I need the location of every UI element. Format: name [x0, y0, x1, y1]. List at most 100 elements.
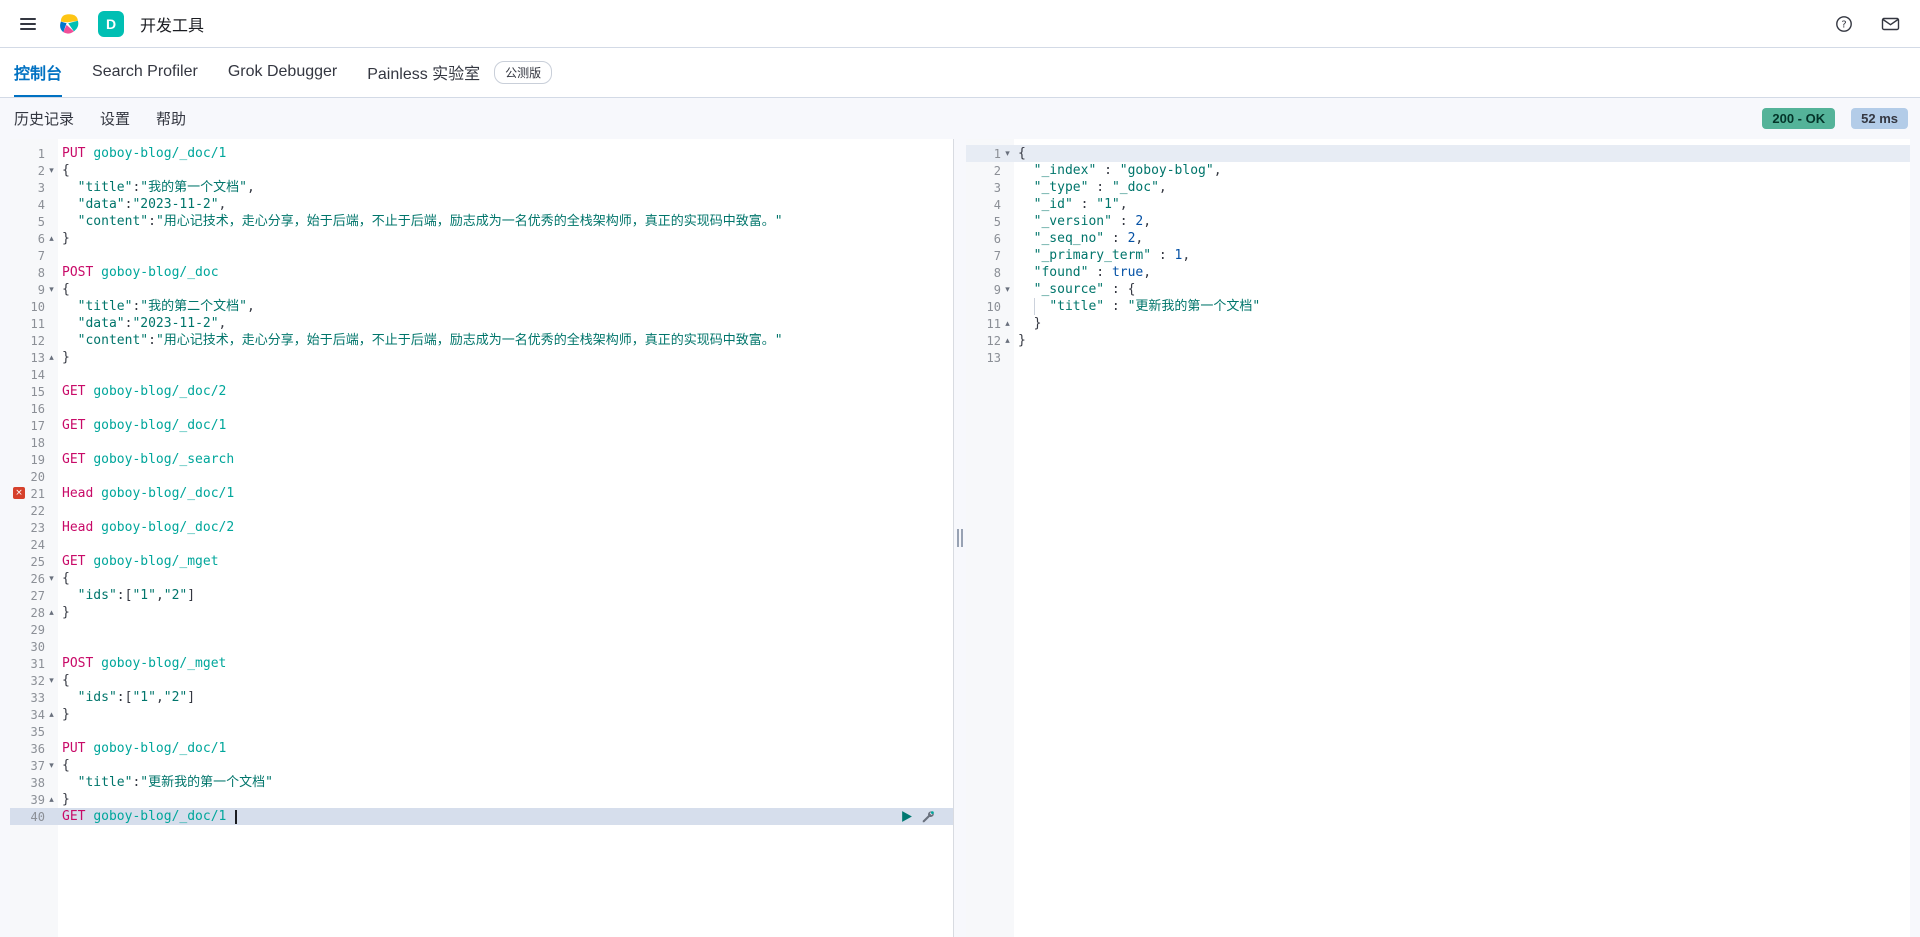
fold-toggle-icon[interactable]: ▾: [45, 166, 58, 176]
send-request-button[interactable]: [900, 810, 913, 823]
panel-resizer[interactable]: [954, 139, 966, 937]
code-line[interactable]: {: [58, 757, 953, 774]
code-line[interactable]: [58, 468, 953, 485]
line-number: 4: [37, 197, 45, 212]
response-viewer-code[interactable]: { "_index" : "goboy-blog", "_type" : "_d…: [1014, 139, 1910, 937]
code-line[interactable]: }: [58, 604, 953, 621]
code-line[interactable]: }: [58, 349, 953, 366]
response-viewer[interactable]: 1 ▾ 2 3 4 5 6 7 8 9 ▾ 10 11 ▴ 12 ▴ 13 { "_index" : "gobo…: [966, 139, 1910, 937]
fold-toggle-icon[interactable]: ▴: [45, 234, 58, 244]
gutter-row: 30: [10, 638, 58, 655]
line-number: 2: [37, 163, 45, 178]
line-number: 9: [37, 282, 45, 297]
line-number: 3: [37, 180, 45, 195]
fold-toggle-icon[interactable]: ▾: [45, 761, 58, 771]
fold-toggle-icon[interactable]: ▾: [1001, 285, 1014, 295]
request-editor-code[interactable]: PUT goboy-blog/_doc/1{ "title":"我的第一个文档"…: [58, 139, 953, 937]
code-line[interactable]: [58, 434, 953, 451]
code-line[interactable]: }: [1014, 332, 1910, 349]
code-line[interactable]: [1014, 349, 1910, 366]
code-line[interactable]: [58, 621, 953, 638]
code-line[interactable]: Head goboy-blog/_doc/2: [58, 519, 953, 536]
tab-search-profiler[interactable]: Search Profiler: [92, 48, 198, 97]
code-line[interactable]: "content":"用心记技术，走心分享，始于后端，不止于后端，励志成为一名优…: [58, 332, 953, 349]
code-line[interactable]: "ids":["1","2"]: [58, 587, 953, 604]
code-line[interactable]: [58, 366, 953, 383]
tab-grok-debugger[interactable]: Grok Debugger: [228, 48, 337, 97]
fold-toggle-icon[interactable]: ▴: [1001, 319, 1014, 329]
settings-button[interactable]: 设置: [100, 108, 130, 129]
code-line[interactable]: GET goboy-blog/_mget: [58, 553, 953, 570]
gutter-row: 33: [10, 689, 58, 706]
code-line[interactable]: }: [1014, 315, 1910, 332]
history-button[interactable]: 历史记录: [14, 108, 74, 129]
code-line[interactable]: POST goboy-blog/_doc: [58, 264, 953, 281]
line-number: 40: [30, 809, 45, 824]
code-line[interactable]: [58, 247, 953, 264]
help-button[interactable]: ?: [1831, 11, 1857, 37]
help-menu-button[interactable]: 帮助: [156, 108, 186, 129]
code-line[interactable]: [58, 400, 953, 417]
space-avatar[interactable]: D: [98, 10, 124, 37]
code-line[interactable]: {: [58, 281, 953, 298]
line-number: 11: [30, 316, 45, 331]
code-line[interactable]: "title":"更新我的第一个文档": [58, 774, 953, 791]
line-number: 17: [30, 418, 45, 433]
code-line[interactable]: "_source" : {: [1014, 281, 1910, 298]
line-number: 13: [30, 350, 45, 365]
code-line[interactable]: GET goboy-blog/_doc/2: [58, 383, 953, 400]
code-line[interactable]: PUT goboy-blog/_doc/1: [58, 145, 953, 162]
fold-toggle-icon[interactable]: ▾: [45, 285, 58, 295]
request-editor[interactable]: 1 2 ▾ 3 4 5 6 ▴ 7 8 9 ▾ 10 11 12 13 ▴ 14 15 16 17 18 19 20 × 21 22…: [10, 139, 954, 937]
code-line[interactable]: "content":"用心记技术，走心分享，始于后端，不止于后端，励志成为一名优…: [58, 213, 953, 230]
code-line[interactable]: "title":"我的第二个文档",: [58, 298, 953, 315]
fold-toggle-icon[interactable]: ▾: [1001, 149, 1014, 159]
code-line[interactable]: "_index" : "goboy-blog",: [1014, 162, 1910, 179]
code-line[interactable]: "_id" : "1",: [1014, 196, 1910, 213]
code-line[interactable]: GET goboy-blog/_doc/1: [58, 808, 953, 825]
fold-toggle-icon[interactable]: ▴: [45, 795, 58, 805]
line-number: 7: [993, 248, 1001, 263]
code-line[interactable]: Head goboy-blog/_doc/1: [58, 485, 953, 502]
fold-toggle-icon[interactable]: ▾: [45, 574, 58, 584]
code-line[interactable]: }: [58, 706, 953, 723]
code-line[interactable]: "title":"我的第一个文档",: [58, 179, 953, 196]
code-line[interactable]: "found" : true,: [1014, 264, 1910, 281]
gutter-row: 13: [966, 349, 1014, 366]
code-line[interactable]: [58, 638, 953, 655]
code-line[interactable]: "_type" : "_doc",: [1014, 179, 1910, 196]
code-line[interactable]: [58, 536, 953, 553]
code-line[interactable]: "title" : "更新我的第一个文档": [1014, 298, 1910, 315]
code-line[interactable]: "ids":["1","2"]: [58, 689, 953, 706]
code-line[interactable]: POST goboy-blog/_mget: [58, 655, 953, 672]
code-line[interactable]: [58, 502, 953, 519]
code-line[interactable]: [58, 723, 953, 740]
request-options-button[interactable]: [921, 810, 935, 824]
code-line[interactable]: "_seq_no" : 2,: [1014, 230, 1910, 247]
fold-toggle-icon[interactable]: ▴: [45, 353, 58, 363]
elastic-logo[interactable]: [56, 11, 82, 37]
code-line[interactable]: {: [58, 162, 953, 179]
code-line[interactable]: }: [58, 230, 953, 247]
code-line[interactable]: {: [58, 672, 953, 689]
code-line[interactable]: }: [58, 791, 953, 808]
tab-painless-lab[interactable]: Painless 实验室: [367, 48, 480, 97]
code-line[interactable]: {: [1014, 145, 1910, 162]
fold-toggle-icon[interactable]: ▴: [45, 710, 58, 720]
code-line[interactable]: "data":"2023-11-2",: [58, 196, 953, 213]
fold-toggle-icon[interactable]: ▴: [45, 608, 58, 618]
code-line[interactable]: "_version" : 2,: [1014, 213, 1910, 230]
tab-console[interactable]: 控制台: [14, 48, 63, 97]
menu-toggle-button[interactable]: [16, 11, 40, 37]
status-badge: 200 - OK: [1762, 108, 1836, 129]
code-line[interactable]: GET goboy-blog/_search: [58, 451, 953, 468]
code-line[interactable]: "data":"2023-11-2",: [58, 315, 953, 332]
newsfeed-button[interactable]: [1877, 11, 1904, 37]
fold-toggle-icon[interactable]: ▴: [1001, 336, 1014, 346]
fold-toggle-icon[interactable]: ▾: [45, 676, 58, 686]
code-line[interactable]: {: [58, 570, 953, 587]
gutter-row: 11 ▴: [966, 315, 1014, 332]
code-line[interactable]: GET goboy-blog/_doc/1: [58, 417, 953, 434]
code-line[interactable]: "_primary_term" : 1,: [1014, 247, 1910, 264]
code-line[interactable]: PUT goboy-blog/_doc/1: [58, 740, 953, 757]
